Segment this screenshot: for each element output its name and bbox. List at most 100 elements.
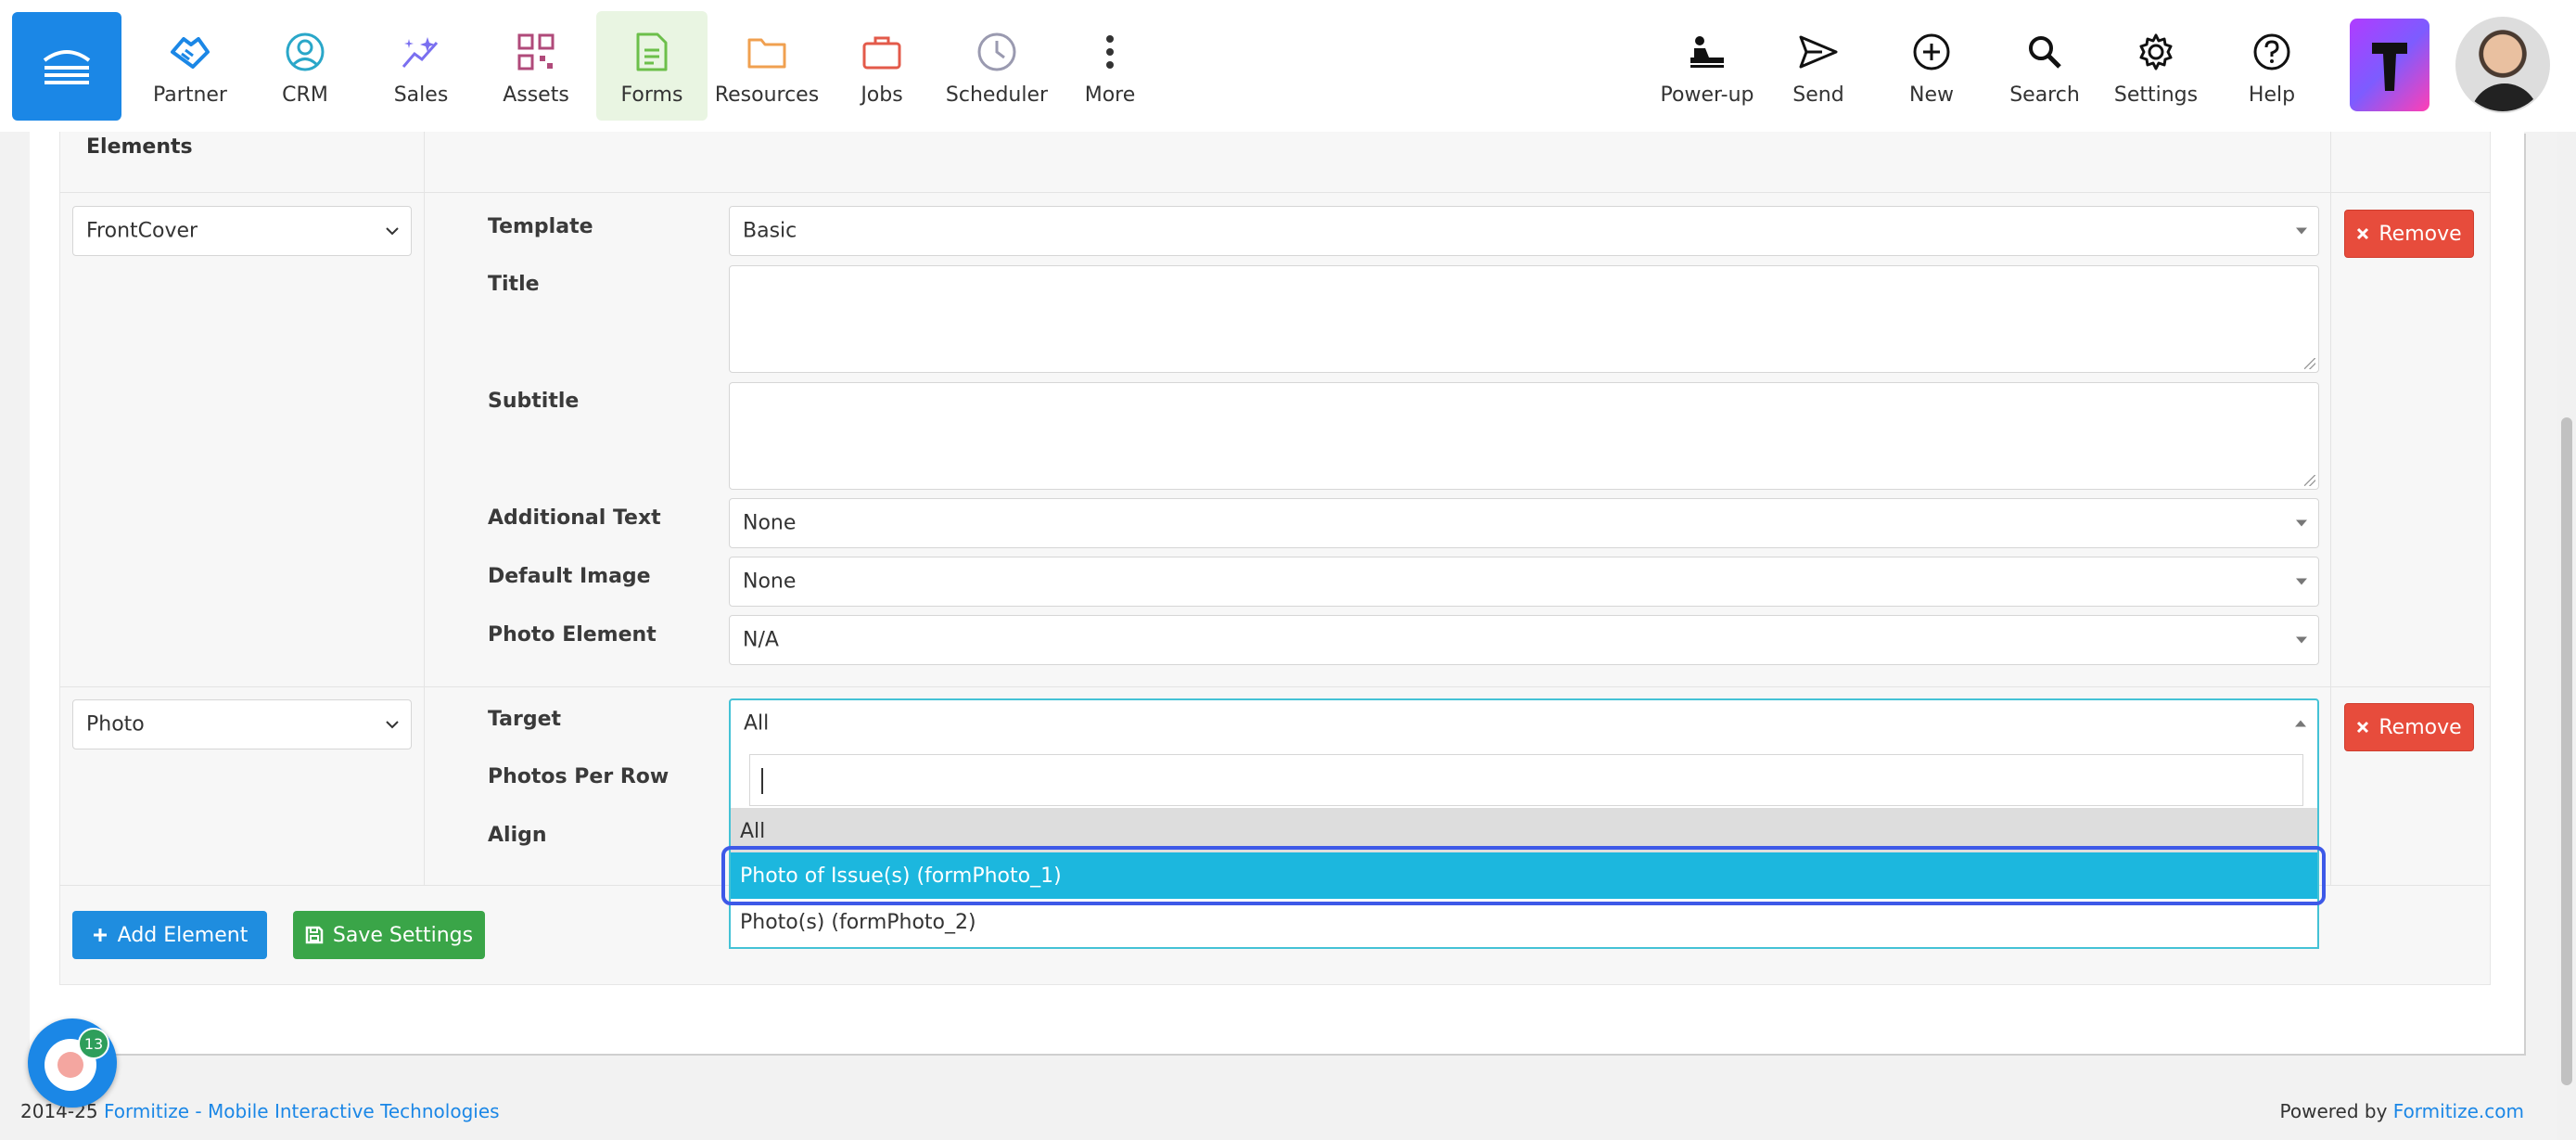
caret-down-icon [2296,227,2307,235]
search-icon [2029,36,2061,69]
default-image-select[interactable]: None [729,557,2319,607]
nav-send[interactable]: Send [1763,11,1874,121]
additional-text-label: Additional Text [488,506,661,530]
caret-up-icon [2295,720,2306,727]
remove-label: Remove [2378,222,2462,246]
nav-new[interactable]: New [1876,11,1987,121]
save-icon [305,926,324,944]
top-navigation: Partner CRM Sales Assets Forms Resources… [0,0,2576,132]
remove-button[interactable]: Remove [2344,703,2474,751]
notification-badge: 13 [78,1028,109,1059]
nav-help[interactable]: Help [2216,11,2327,121]
nav-label: Settings [2113,83,2199,107]
resize-grip-icon[interactable] [2304,358,2315,369]
nav-crm[interactable]: CRM [249,11,361,121]
power-up-icon [1690,36,1724,68]
target-label: Target [488,708,562,731]
nav-label: Jobs [861,83,903,107]
plus-circle-icon [1913,33,1950,70]
nav-label: Resources [714,83,820,107]
nav-label: Scheduler [945,83,1049,107]
scrollbar-thumb[interactable] [2561,417,2572,1085]
sparkle-chart-icon [402,37,439,68]
dropdown-option[interactable]: Photo(s) (formPhoto_2) [731,899,2317,945]
nav-partner[interactable]: Partner [134,11,246,121]
plus-icon [93,929,107,941]
resize-grip-icon[interactable] [2304,475,2315,486]
nav-assets[interactable]: Assets [480,11,592,121]
photo-element-select[interactable]: N/A [729,615,2319,665]
handshake-icon [171,37,210,69]
clock-icon [977,32,1016,71]
subtitle-label: Subtitle [488,390,580,413]
nav-more[interactable]: More [1054,11,1166,121]
default-image-label: Default Image [488,565,651,588]
close-icon [2357,227,2369,240]
dropdown-search-input[interactable] [749,754,2303,806]
chat-widget-button[interactable]: 13 [28,1018,117,1108]
caret-down-icon [2296,636,2307,644]
send-icon [1799,35,1838,69]
avatar[interactable] [2455,17,2550,113]
element-type-select[interactable]: FrontCover [72,206,412,256]
template-select[interactable]: Basic [729,206,2319,256]
nav-resources[interactable]: Resources [711,11,823,121]
remove-button[interactable]: Remove [2344,210,2474,258]
save-settings-label: Save Settings [332,923,474,947]
company-link[interactable]: Formitize - Mobile Interactive Technolog… [104,1100,500,1122]
nav-settings[interactable]: Settings [2100,11,2212,121]
nav-scheduler[interactable]: Scheduler [941,11,1052,121]
caret-down-icon [2296,519,2307,527]
powered-by-link[interactable]: Formitize.com [2393,1100,2524,1122]
elements-heading: Elements [86,135,193,159]
subtitle-textarea[interactable] [729,382,2319,490]
nav-label: CRM [282,83,328,107]
nav-search[interactable]: Search [1989,11,2100,121]
caret-down-icon [2296,578,2307,585]
qr-code-icon [517,33,555,70]
nav-label: Search [2009,83,2080,107]
user-brand-badge[interactable] [2350,19,2429,111]
focus-ring [721,846,2326,905]
nav-power-up[interactable]: Power-up [1651,11,1763,121]
nav-label: Help [2248,83,2296,107]
close-icon [2357,721,2369,734]
formitize-logo-icon [43,50,91,84]
title-textarea[interactable] [729,265,2319,373]
footer-copyright: 2014-25 Formitize - Mobile Interactive T… [20,1100,500,1122]
select-value: None [743,570,797,594]
element-type-select[interactable]: Photo [72,699,412,749]
nav-label: Send [1792,83,1844,107]
home-logo-button[interactable] [12,12,121,121]
add-element-button[interactable]: Add Element [72,911,267,959]
photo-element-label: Photo Element [488,623,657,647]
chevron-down-icon [386,721,399,729]
select-value: Basic [743,219,797,243]
footer: 2014-25 Formitize - Mobile Interactive T… [0,1081,2557,1140]
remove-label: Remove [2378,715,2462,739]
nav-label: New [1909,83,1954,107]
nav-jobs[interactable]: Jobs [826,11,937,121]
dots-vertical-icon [1106,35,1114,69]
nav-sales[interactable]: Sales [365,11,477,121]
photos-per-row-label: Photos Per Row [488,765,670,788]
save-settings-button[interactable]: Save Settings [293,911,485,959]
select-value: N/A [743,628,779,652]
nav-label: More [1084,83,1136,107]
title-label: Title [488,273,540,296]
additional-text-select[interactable]: None [729,498,2319,548]
powered-by-text: Powered by [2279,1100,2388,1122]
align-label: Align [488,824,547,847]
nav-label: Partner [153,83,227,107]
folder-icon [747,38,786,69]
gear-icon [2139,33,2173,70]
nav-forms[interactable]: Forms [596,11,708,121]
template-label: Template [488,215,593,238]
brand-t-icon [2372,43,2407,91]
nav-label: Forms [620,83,683,107]
select-value: All [744,711,770,736]
target-select[interactable]: All [729,698,2319,749]
chevron-down-icon [386,227,399,236]
nav-label: Assets [503,83,569,107]
nav-label: Power-up [1660,83,1754,107]
